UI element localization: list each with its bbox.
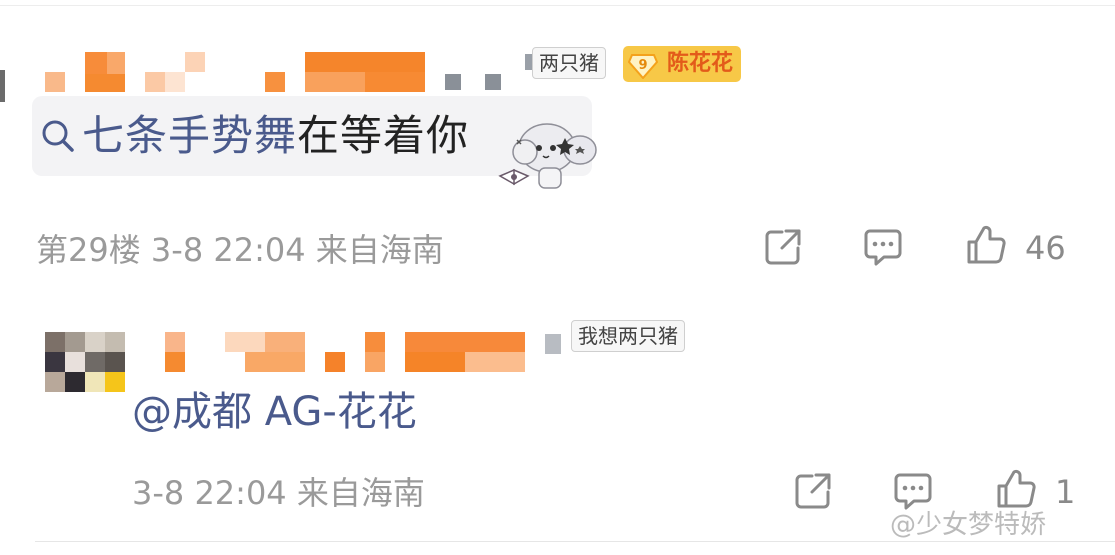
comment-icon[interactable] (892, 470, 934, 512)
left-edge-mark (0, 70, 5, 102)
group-tag-2[interactable]: 我想两只猪 (571, 320, 685, 352)
search-topic-suffix: 在等着你 (297, 111, 470, 160)
search-topic-link[interactable]: 七条手势舞在等着你 (82, 110, 469, 162)
search-topic-prefix: 七条手势舞 (82, 111, 298, 160)
datetime-1: 3-8 22:04 (150, 231, 306, 269)
cat-sticker-icon (498, 123, 597, 189)
like-count-2: 1 (1055, 473, 1076, 511)
fan-badge-level: 9 (638, 58, 647, 73)
like-icon[interactable] (965, 224, 1007, 266)
mention-link[interactable]: @成都 AG-花花 (132, 387, 417, 437)
group-tag-1-label: 两只猪 (539, 51, 599, 75)
share-icon[interactable] (792, 470, 834, 512)
top-divider (0, 5, 1115, 6)
datetime-2: 3-8 22:04 (132, 474, 287, 512)
location-1: 来自海南 (315, 231, 444, 269)
like-icon[interactable] (995, 468, 1037, 510)
floor-number: 第29楼 (36, 231, 141, 269)
comment-icon[interactable] (862, 226, 904, 268)
location-2: 来自海南 (296, 474, 425, 512)
search-icon (42, 120, 74, 152)
avatar[interactable] (45, 332, 125, 392)
group-tag-2-label: 我想两只猪 (578, 324, 678, 348)
level-gem-icon: 9 (628, 54, 658, 79)
group-tag-1[interactable]: 两只猪 (532, 47, 606, 79)
meta-2: 3-8 22:04 来自海南 (132, 473, 425, 513)
meta-1: 第29楼 3-8 22:04 来自海南 (36, 230, 444, 270)
like-count-1: 46 (1025, 229, 1066, 267)
fan-badge[interactable]: 9 陈花花 (623, 46, 742, 82)
share-icon[interactable] (762, 226, 804, 268)
watermark: @少女梦特娇 (890, 510, 1047, 540)
fan-badge-name: 陈花花 (667, 51, 734, 76)
